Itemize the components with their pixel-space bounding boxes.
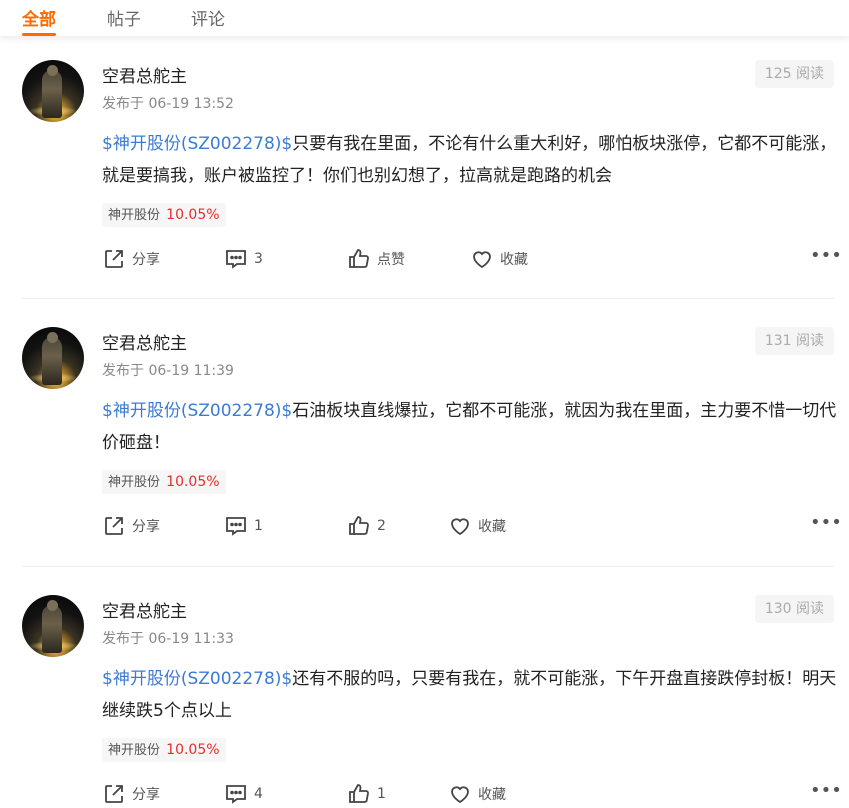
stock-link[interactable]: $神开股份(SZ002278)$ [102, 401, 292, 421]
share-button[interactable]: 分享 [102, 245, 160, 273]
collect-button[interactable]: 收藏 [448, 512, 506, 540]
post-time: 发布于 06-19 11:33 [102, 631, 234, 647]
post-actions: 分享 3 点赞 收藏 ••• [102, 245, 842, 273]
read-count-badge: 130 阅读 [754, 595, 834, 623]
share-icon [105, 785, 123, 803]
comment-icon [226, 517, 246, 536]
post-content: $神开股份(SZ002278)$石油板块直线爆拉，它都不可能涨，就因为我在里面，… [102, 395, 842, 459]
stock-tag-name: 神开股份 [108, 475, 161, 490]
post-card: 空君总舵主 发布于 06-19 11:39 131 阅读 $神开股份(SZ002… [22, 327, 842, 557]
like-button[interactable]: 2 [347, 512, 386, 540]
more-icon[interactable]: ••• [810, 245, 842, 273]
collect-label: 收藏 [500, 252, 528, 268]
stock-tag-change: 10.05% [166, 207, 220, 223]
share-button[interactable]: 分享 [102, 780, 160, 808]
comment-button[interactable]: 3 [224, 245, 263, 273]
author-name[interactable]: 空君总舵主 [102, 329, 187, 354]
stock-link[interactable]: $神开股份(SZ002278)$ [102, 669, 292, 689]
comment-button[interactable]: 4 [224, 780, 263, 808]
more-icon[interactable]: ••• [810, 780, 842, 808]
stock-tag[interactable]: 神开股份 10.05% [102, 738, 226, 762]
author-name[interactable]: 空君总舵主 [102, 62, 187, 87]
stock-tag-change: 10.05% [166, 474, 220, 490]
feed-tabs: 全部 帖子 评论 [0, 0, 849, 36]
stock-tag-name: 神开股份 [108, 208, 161, 223]
comment-icon [226, 250, 246, 269]
stock-tag-name: 神开股份 [108, 743, 161, 758]
active-tab-indicator [22, 33, 56, 36]
share-label: 分享 [132, 252, 160, 268]
comment-button[interactable]: 1 [224, 512, 263, 540]
heart-icon [451, 786, 469, 804]
more-icon[interactable]: ••• [810, 512, 842, 540]
like-count: 1 [377, 786, 386, 802]
post-content: $神开股份(SZ002278)$还有不服的吗，只要有我在，就不可能涨，下午开盘直… [102, 663, 842, 727]
read-count-badge: 125 阅读 [754, 60, 834, 88]
post-actions: 分享 1 2 收藏 ••• [102, 512, 842, 540]
stock-tag[interactable]: 神开股份 10.05% [102, 470, 226, 494]
post-card: 空君总舵主 发布于 06-19 13:52 125 阅读 $神开股份(SZ002… [22, 60, 842, 290]
share-button[interactable]: 分享 [102, 512, 160, 540]
thumbs-up-icon [349, 516, 369, 535]
comment-icon [226, 785, 246, 804]
like-count: 2 [377, 518, 386, 534]
stock-tag[interactable]: 神开股份 10.05% [102, 203, 226, 227]
tab-comments[interactable]: 评论 [191, 5, 225, 30]
tab-posts[interactable]: 帖子 [107, 5, 141, 30]
comment-count: 4 [254, 786, 263, 802]
comment-count: 1 [254, 518, 263, 534]
stock-tag-change: 10.05% [166, 742, 220, 758]
like-count: 点赞 [377, 252, 405, 268]
post-card: 空君总舵主 发布于 06-19 11:33 130 阅读 $神开股份(SZ002… [22, 595, 842, 808]
read-count-badge: 131 阅读 [754, 327, 834, 355]
share-icon [105, 517, 123, 535]
thumbs-up-icon [349, 249, 369, 268]
share-icon [105, 250, 123, 268]
avatar[interactable] [22, 327, 84, 389]
post-time: 发布于 06-19 13:52 [102, 96, 234, 112]
stock-link[interactable]: $神开股份(SZ002278)$ [102, 134, 292, 154]
share-label: 分享 [132, 519, 160, 535]
post-divider [22, 298, 834, 299]
heart-icon [473, 251, 491, 269]
collect-label: 收藏 [478, 519, 506, 535]
like-button[interactable]: 1 [347, 780, 386, 808]
tab-all[interactable]: 全部 [22, 5, 56, 30]
avatar[interactable] [22, 60, 84, 122]
collect-label: 收藏 [478, 787, 506, 803]
post-divider [22, 566, 834, 567]
author-name[interactable]: 空君总舵主 [102, 597, 187, 622]
heart-icon [451, 518, 469, 536]
thumbs-up-icon [349, 784, 369, 803]
comment-count: 3 [254, 251, 263, 267]
collect-button[interactable]: 收藏 [470, 245, 528, 273]
like-button[interactable]: 点赞 [347, 245, 405, 273]
avatar[interactable] [22, 595, 84, 657]
post-actions: 分享 4 1 收藏 ••• [102, 780, 842, 808]
share-label: 分享 [132, 787, 160, 803]
post-content: $神开股份(SZ002278)$只要有我在里面，不论有什么重大利好，哪怕板块涨停… [102, 128, 842, 192]
collect-button[interactable]: 收藏 [448, 780, 506, 808]
post-time: 发布于 06-19 11:39 [102, 363, 234, 379]
